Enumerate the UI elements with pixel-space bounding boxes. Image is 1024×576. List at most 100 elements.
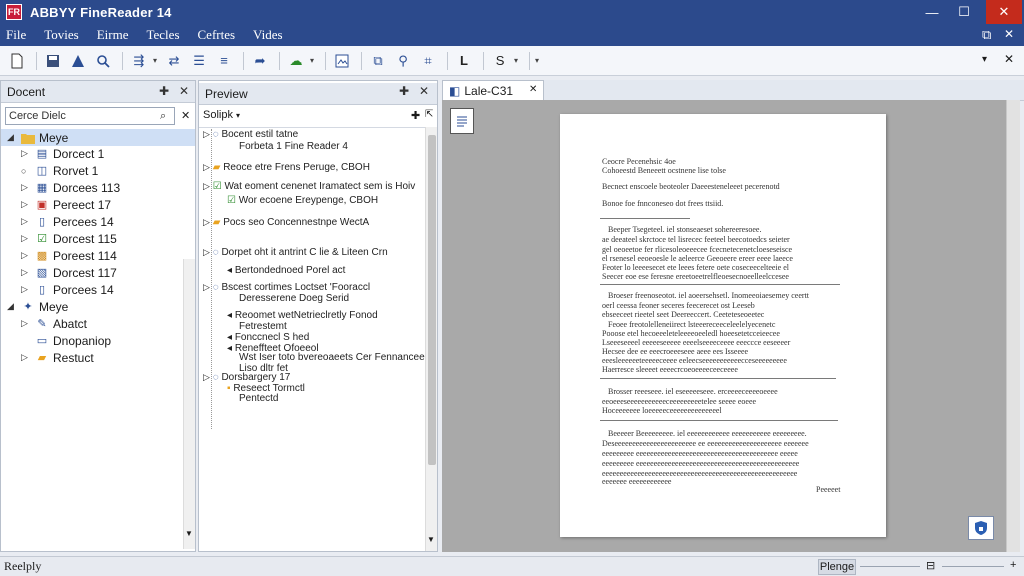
minimize-button[interactable]: — (914, 0, 950, 24)
tree-item[interactable]: ▷ ▦ Dorcees 113 (21, 179, 120, 196)
new-document-icon[interactable] (6, 50, 28, 72)
close-icon[interactable]: ✕ (181, 109, 190, 122)
menu-vides[interactable]: Vides (244, 27, 292, 43)
monitor-icon: ▭ (36, 335, 48, 347)
maximize-button[interactable]: ☐ (946, 0, 982, 24)
document-icon: ◫ (36, 165, 48, 177)
tree-item[interactable]: ▭ Dnopaniop (21, 332, 111, 349)
tree-item[interactable]: ▷ ▤ Dorcect 1 (21, 145, 104, 162)
preview-panel: Preview ✚ ✕ Solipk ▾ ✚ ⇱ ▷ ◌ Bocent esti… (198, 80, 438, 552)
chevron-down-icon[interactable]: ▾ (514, 56, 518, 65)
pin-icon[interactable]: ✚ (159, 84, 169, 98)
search-icon[interactable]: ⌕ (160, 108, 166, 124)
menu-tovies[interactable]: Tovies (35, 27, 87, 43)
filter-dropdown[interactable]: Solipk ▾ (203, 109, 240, 121)
zoom-track[interactable] (860, 566, 920, 567)
close-icon[interactable]: ✕ (419, 84, 429, 98)
close-icon[interactable]: ✕ (1004, 52, 1014, 66)
preview-node[interactable]: ▷ ◌ Bscest cortimes Loctset 'Fooraccl (203, 282, 370, 293)
status-button[interactable]: Plenge (818, 559, 856, 575)
add-icon[interactable]: ✚ (411, 109, 420, 122)
search-input[interactable]: Cerce Dielc ⌕ (5, 107, 175, 125)
pages-icon[interactable]: ⧉ (367, 50, 389, 72)
export-icon[interactable]: ➦ (249, 50, 271, 72)
chevron-down-icon[interactable]: ▾ (535, 56, 539, 65)
preview-node-line: ◂ Fonccnecl S hed (227, 332, 310, 343)
scrollbar[interactable] (1006, 100, 1020, 552)
tree-item[interactable]: ▷ ▧ Dorcest 117 (21, 264, 117, 281)
search-icon[interactable] (92, 50, 114, 72)
tree-folder-meye[interactable]: ◢ Meye (1, 129, 195, 146)
chevron-down-icon[interactable]: ▾ (310, 56, 314, 65)
chevron-down-icon[interactable]: ▼ (427, 535, 435, 544)
document-tab[interactable]: ◧ Lale-C31 ✕ (442, 80, 544, 101)
panel-restore-button[interactable]: ⧉ (982, 27, 991, 43)
page-header-line: Becnect enscoele beoteoler Daeeestenelee… (602, 182, 780, 191)
chevron-down-icon[interactable]: ▾ (982, 54, 987, 65)
document-panel-title: Docent (7, 84, 46, 99)
preview-node-line: Pentectd (239, 393, 279, 404)
tree-item[interactable]: ▷ ▣ Pereect 17 (21, 196, 111, 213)
zoom-in-icon[interactable]: + (1010, 559, 1016, 571)
preview-node[interactable]: ▷ ◌ Dorsbargery 17 (203, 372, 290, 383)
tree-item[interactable]: ▷ ✎ Abatct (21, 315, 87, 332)
page-text-line: eeeeeeeee eeeeeeeeeeeeeeeeeeeeeeeeeeeeee… (602, 459, 800, 468)
zoom-slider[interactable] (942, 566, 1004, 567)
page-text-line: ebseeceet rieetel seet Deereeccert. Ceet… (602, 310, 765, 319)
preview-node[interactable]: ▷ ▰ Reoce etre Frens Peruge, CBOH (203, 162, 370, 173)
page-text-line: Hoceeeeeee loeeeeeceeeeeeeeeeeeeel (602, 406, 722, 415)
preview-node-line: Deresserene Doeg Serid (239, 293, 350, 304)
pin-icon[interactable]: ✚ (399, 84, 409, 98)
chevron-down-icon[interactable]: ▼ (185, 529, 193, 538)
list-icon[interactable]: ☰ (188, 50, 210, 72)
menu-tecles[interactable]: Tecles (137, 27, 188, 43)
zoom-icon[interactable]: ⊟ (926, 559, 935, 572)
document-tabstrip: ◧ Lale-C31 ✕ (442, 80, 1024, 101)
language-icon[interactable]: L (453, 50, 475, 72)
preview-node[interactable]: ▷ ◌ Bocent estil tatne (203, 129, 298, 140)
split-icon[interactable]: ⚲ (392, 50, 414, 72)
close-button[interactable]: ✕ (986, 0, 1022, 24)
preview-node[interactable]: ▷ ▰ Pocs seo Concennestnpe WectA (203, 217, 369, 228)
panel-close-button[interactable]: ✕ (1004, 27, 1014, 41)
tree-folder-meye[interactable]: ◢ ✦ Meye (1, 298, 68, 315)
menu-file[interactable]: File (0, 27, 35, 43)
image-edit-icon[interactable] (331, 50, 353, 72)
preview-node[interactable]: ▷ ☑ Wat eoment cenenet Iramatect sem is … (203, 181, 415, 192)
scrollbar-thumb[interactable] (428, 135, 436, 465)
page-text-line: eeoeeeseeeeeeeeeeeceeeeeeeeetelee seeee … (602, 397, 757, 406)
menu-cefrtes[interactable]: Cefrtes (189, 27, 245, 43)
tree-item[interactable]: ▷ ▩ Poreest 114 (21, 247, 117, 264)
document-page[interactable]: Ceocre Pecenehsic 4oe Cohoeestd Beneeett… (560, 114, 886, 537)
close-icon[interactable]: ✕ (529, 84, 537, 95)
tree-item[interactable]: ▷ ▯ Porcees 14 (21, 281, 114, 298)
scan-icon[interactable] (67, 50, 89, 72)
close-icon[interactable]: ✕ (179, 84, 189, 98)
shield-icon[interactable] (968, 516, 994, 540)
menu-eirme[interactable]: Eirme (88, 27, 138, 43)
cloud-icon[interactable]: ☁ (285, 50, 307, 72)
expand-icon[interactable]: ⇱ (425, 109, 433, 120)
style-icon[interactable]: S (489, 50, 511, 72)
page-text-line: el rsenesel eeoeoesle le aeleerce Geeoee… (602, 254, 793, 263)
preview-node[interactable]: ▷ ◌ Dorpet oht it antrint C lie & Liteen… (203, 247, 388, 258)
scrollbar[interactable]: ▼ (425, 127, 437, 551)
tree-item[interactable]: ▷ ▰ Restuct (21, 349, 94, 366)
page-thumbnail-icon[interactable] (450, 108, 474, 134)
page-text-line: Hecsee dee ee eeecroeeeseee aeee ees Iss… (602, 347, 749, 356)
chevron-down-icon[interactable]: ▾ (153, 56, 157, 65)
page-text-line: Broeser freenoseotot. iel aoeersehsetl. … (608, 291, 810, 300)
align-icon[interactable]: ⇄ (163, 50, 185, 72)
grid-icon[interactable]: ⌗ (417, 50, 439, 72)
tree-item[interactable]: ▷ ▯ Percees 14 (21, 213, 114, 230)
save-icon[interactable] (42, 50, 64, 72)
chevron-down-icon: ▾ (236, 111, 241, 120)
scrollbar[interactable]: ▼ (183, 259, 195, 549)
page-icon: ▯ (38, 216, 46, 228)
status-text: Reelply (4, 559, 42, 573)
lines-icon[interactable]: ≡ (213, 50, 235, 72)
tree-item[interactable]: ○ ◫ Rorvet 1 (21, 162, 98, 179)
recognize-icon[interactable]: ⇶ (128, 50, 150, 72)
tree-item[interactable]: ▷ ☑ Dorcest 115 (21, 230, 117, 247)
document-panel: Docent ✚ ✕ Cerce Dielc ⌕ ✕ ◢ Meye ▷ ▤ Dorc… (0, 80, 196, 552)
